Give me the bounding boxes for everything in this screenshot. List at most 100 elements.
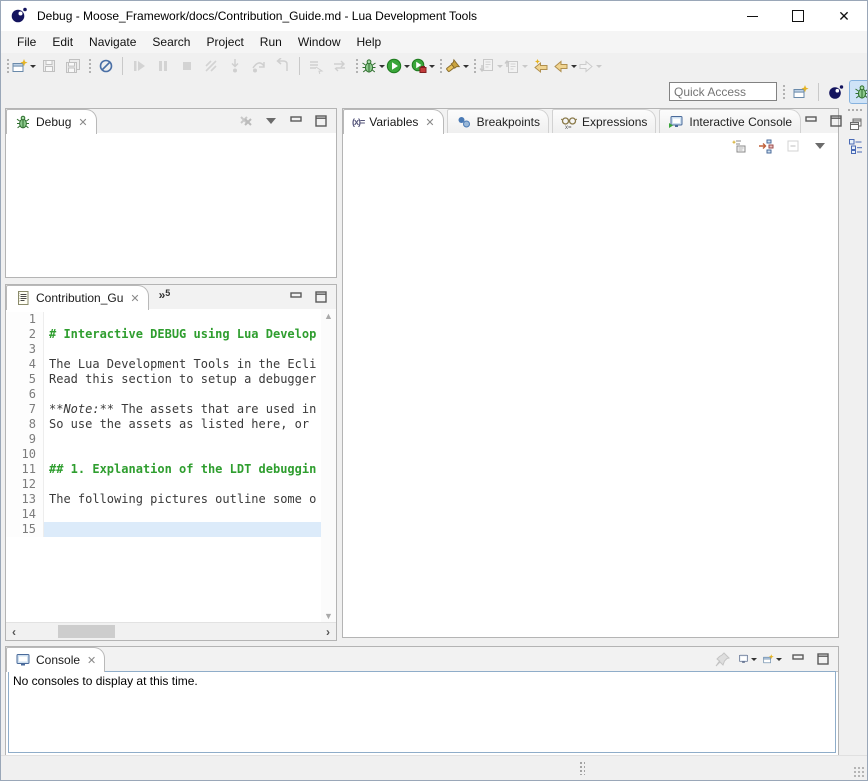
open-console-button[interactable] bbox=[763, 650, 783, 668]
quick-access-input[interactable] bbox=[669, 82, 777, 101]
maximize-window-button[interactable] bbox=[775, 1, 821, 31]
toolbar-drag-handle[interactable] bbox=[438, 57, 443, 75]
forward-button[interactable] bbox=[578, 55, 603, 77]
next-annotation-dropdown[interactable] bbox=[497, 65, 503, 71]
debug-tab-close-icon[interactable]: ✕ bbox=[78, 116, 87, 129]
menu-navigate[interactable]: Navigate bbox=[81, 33, 144, 51]
horizontal-scroll-thumb[interactable] bbox=[58, 625, 115, 638]
menu-window[interactable]: Window bbox=[290, 33, 349, 51]
editor-line[interactable]: 10 bbox=[6, 447, 321, 462]
console-maximize-button[interactable] bbox=[813, 650, 833, 668]
restart-button[interactable] bbox=[328, 55, 352, 77]
minimize-window-button[interactable] bbox=[729, 1, 775, 31]
tab-interactive-console[interactable]: Interactive Console bbox=[659, 109, 801, 133]
editor-line[interactable]: 5Read this section to setup a debugger bbox=[6, 372, 321, 387]
toolbar-drag-handle[interactable] bbox=[87, 57, 92, 75]
editor-line[interactable]: 1 bbox=[6, 312, 321, 327]
external-tools-button[interactable] bbox=[411, 55, 436, 77]
editor-line[interactable]: 2# Interactive DEBUG using Lua Develop bbox=[6, 327, 321, 342]
display-console-dropdown[interactable] bbox=[751, 658, 757, 664]
editor-minimize-button[interactable] bbox=[286, 288, 306, 306]
previous-annotation-button[interactable] bbox=[504, 55, 529, 77]
trim-drag-handle[interactable] bbox=[847, 108, 863, 112]
debug-button[interactable] bbox=[361, 55, 386, 77]
close-window-button[interactable]: ✕ bbox=[821, 1, 867, 31]
save-button[interactable] bbox=[37, 55, 61, 77]
disconnect-button[interactable] bbox=[199, 55, 223, 77]
window-resize-grip[interactable] bbox=[853, 766, 865, 778]
run-button[interactable] bbox=[386, 55, 411, 77]
open-console-dropdown[interactable] bbox=[776, 658, 782, 664]
editor-line[interactable]: 7**Note:** The assets that are used in bbox=[6, 402, 321, 417]
variables-view-content[interactable] bbox=[343, 159, 838, 637]
back-button[interactable] bbox=[553, 55, 578, 77]
tab-variables[interactable]: (x)= Variables ✕ bbox=[343, 109, 444, 134]
editor-line[interactable]: 4The Lua Development Tools in the Ecli bbox=[6, 357, 321, 372]
debug-perspective-button[interactable] bbox=[849, 80, 868, 104]
tab-contribution-guide[interactable]: Contribution_Gu ✕ bbox=[6, 285, 149, 310]
editor-line[interactable]: 6 bbox=[6, 387, 321, 402]
external-tools-dropdown[interactable] bbox=[429, 65, 435, 71]
editor-line[interactable]: 9 bbox=[6, 432, 321, 447]
next-annotation-button[interactable] bbox=[479, 55, 504, 77]
terminate-button[interactable] bbox=[175, 55, 199, 77]
scroll-right-arrow-icon[interactable]: › bbox=[320, 623, 336, 640]
last-edit-location-button[interactable] bbox=[529, 55, 553, 77]
search-dropdown[interactable] bbox=[463, 65, 469, 71]
step-over-button[interactable] bbox=[247, 55, 271, 77]
editor-tab-overflow-chevron[interactable]: »5 bbox=[149, 285, 177, 309]
save-all-button[interactable] bbox=[61, 55, 85, 77]
collapse-all-button[interactable] bbox=[783, 137, 803, 155]
console-tab-close-icon[interactable]: ✕ bbox=[87, 654, 96, 667]
variables-view-menu-button[interactable] bbox=[810, 137, 830, 155]
editor-text-area[interactable]: 12# Interactive DEBUG using Lua Develop3… bbox=[6, 309, 321, 623]
editor-line[interactable]: 13The following pictures outline some o bbox=[6, 492, 321, 507]
menu-search[interactable]: Search bbox=[144, 33, 198, 51]
remove-all-terminated-button[interactable] bbox=[236, 112, 256, 130]
new-wizard-button[interactable] bbox=[12, 55, 37, 77]
editor-tab-close-icon[interactable]: ✕ bbox=[130, 292, 139, 305]
editor-line[interactable]: 11## 1. Explanation of the LDT debuggin bbox=[6, 462, 321, 477]
outline-view-button[interactable] bbox=[846, 136, 866, 156]
back-dropdown[interactable] bbox=[571, 65, 577, 71]
editor-line[interactable]: 14 bbox=[6, 507, 321, 522]
debug-maximize-button[interactable] bbox=[311, 112, 331, 130]
statusbar-drag-handle[interactable] bbox=[579, 761, 585, 775]
editor-vertical-scrollbar[interactable]: ▲ ▼ bbox=[321, 309, 336, 623]
search-button[interactable] bbox=[445, 55, 470, 77]
resume-button[interactable] bbox=[127, 55, 151, 77]
show-type-names-button[interactable] bbox=[729, 137, 749, 155]
editor-line[interactable]: 3 bbox=[6, 342, 321, 357]
suspend-button[interactable] bbox=[151, 55, 175, 77]
menu-file[interactable]: File bbox=[9, 33, 44, 51]
tab-breakpoints[interactable]: Breakpoints bbox=[447, 109, 549, 133]
tab-debug[interactable]: Debug ✕ bbox=[6, 109, 97, 134]
pin-console-button[interactable] bbox=[713, 650, 733, 668]
toolbar-drag-handle[interactable] bbox=[354, 57, 359, 75]
run-dropdown[interactable] bbox=[404, 65, 410, 71]
scroll-up-arrow-icon[interactable]: ▲ bbox=[321, 310, 336, 322]
editor-line[interactable]: 15 bbox=[6, 522, 321, 537]
toolbar-drag-handle[interactable] bbox=[472, 57, 477, 75]
editor-horizontal-scrollbar[interactable]: ‹ › bbox=[6, 622, 336, 640]
restore-views-button[interactable] bbox=[846, 114, 866, 134]
menu-run[interactable]: Run bbox=[252, 33, 290, 51]
debug-dropdown[interactable] bbox=[379, 65, 385, 71]
previous-annotation-dropdown[interactable] bbox=[522, 65, 528, 71]
show-logical-structures-button[interactable] bbox=[756, 137, 776, 155]
new-wizard-dropdown[interactable] bbox=[30, 65, 36, 71]
debug-view-menu-button[interactable] bbox=[261, 112, 281, 130]
forward-dropdown[interactable] bbox=[596, 65, 602, 71]
scroll-left-arrow-icon[interactable]: ‹ bbox=[6, 623, 22, 640]
skip-all-breakpoints-button[interactable] bbox=[94, 55, 118, 77]
variables-minimize-button[interactable] bbox=[801, 112, 821, 130]
menu-help[interactable]: Help bbox=[349, 33, 390, 51]
editor-maximize-button[interactable] bbox=[311, 288, 331, 306]
menu-project[interactable]: Project bbox=[198, 33, 251, 51]
menu-edit[interactable]: Edit bbox=[44, 33, 81, 51]
console-content[interactable]: No consoles to display at this time. bbox=[8, 671, 836, 753]
debug-view-content[interactable] bbox=[6, 133, 336, 277]
step-into-button[interactable] bbox=[223, 55, 247, 77]
editor-line[interactable]: 12 bbox=[6, 477, 321, 492]
use-step-filters-button[interactable] bbox=[304, 55, 328, 77]
